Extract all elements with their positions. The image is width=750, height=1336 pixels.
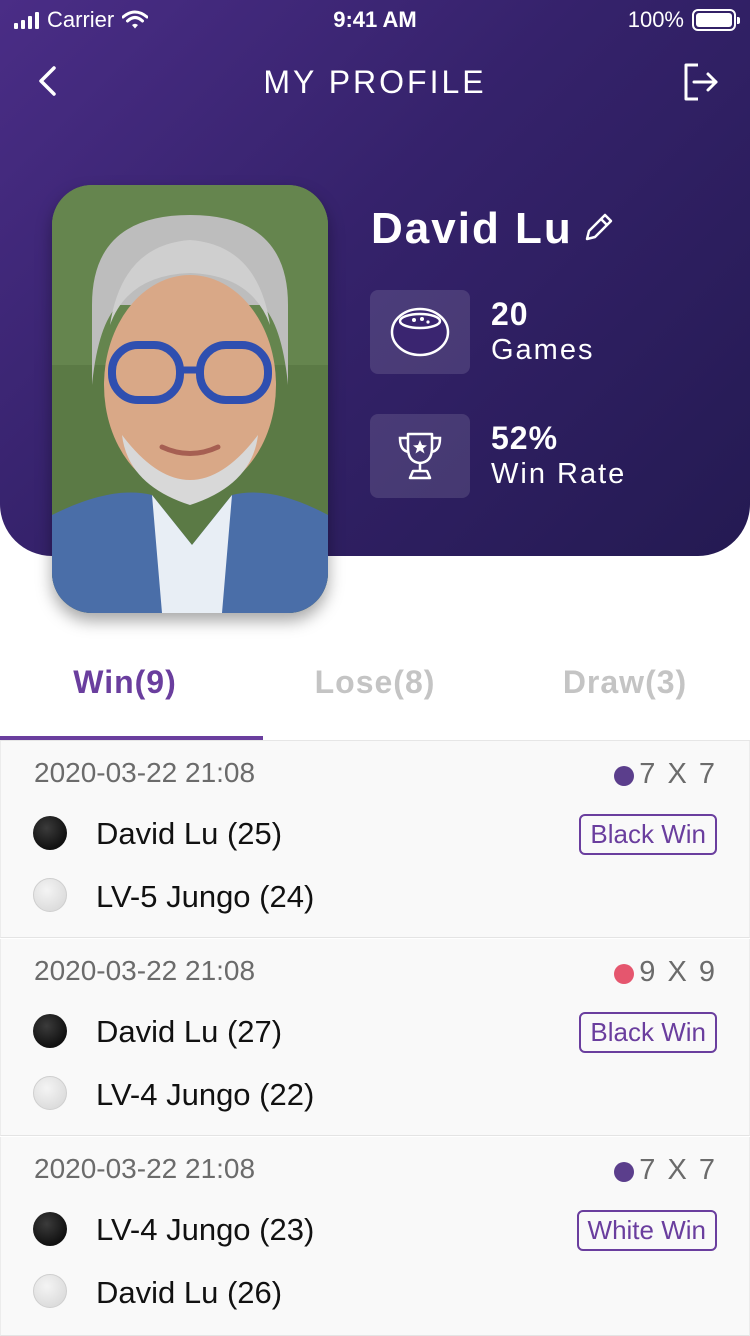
- logout-button[interactable]: [680, 60, 724, 104]
- white-player-name: LV-5 Jungo (24): [96, 879, 315, 914]
- game-date: 2020-03-22 21:08: [34, 757, 256, 788]
- black-stone-icon: [33, 1212, 67, 1246]
- edit-profile-button[interactable]: [582, 210, 616, 244]
- pencil-icon: [585, 213, 613, 241]
- tab-lose[interactable]: Lose(8): [250, 664, 500, 701]
- board-size-label: 9 X 9: [639, 956, 717, 988]
- white-stone-icon: [33, 878, 67, 912]
- game-record[interactable]: 2020-03-22 21:08 7 X 7 David Lu (25) Bla…: [0, 741, 750, 938]
- tab-win[interactable]: Win(9): [0, 664, 250, 701]
- battery-icon: [692, 9, 740, 31]
- black-player-name: LV-4 Jungo (23): [96, 1212, 315, 1247]
- white-player-name: LV-4 Jungo (22): [96, 1077, 315, 1112]
- game-date: 2020-03-22 21:08: [34, 1153, 256, 1184]
- board-size-label: 7 X 7: [639, 1154, 717, 1186]
- winrate-stat-icon-box: [370, 414, 470, 498]
- page-title: MY PROFILE: [263, 64, 487, 100]
- result-badge: Black Win: [579, 1012, 717, 1053]
- go-bowl-icon: [390, 307, 450, 357]
- black-player-name: David Lu (27): [96, 1014, 283, 1049]
- profile-name: David Lu: [371, 204, 573, 253]
- board-size-dot: [614, 964, 634, 984]
- game-record[interactable]: 2020-03-22 21:08 7 X 7 LV-4 Jungo (23) W…: [0, 1137, 750, 1336]
- winrate-label: Win Rate: [491, 458, 627, 490]
- black-stone-icon: [33, 816, 67, 850]
- white-stone-icon: [33, 1274, 67, 1308]
- games-label: Games: [491, 334, 595, 366]
- games-count: 20: [491, 296, 529, 332]
- avatar-photo: [52, 185, 328, 613]
- tab-draw[interactable]: Draw(3): [500, 664, 750, 701]
- winrate-value: 52%: [491, 420, 559, 456]
- status-bar: Carrier 9:41 AM 100%: [0, 0, 750, 40]
- result-badge: Black Win: [579, 814, 717, 855]
- result-tabs: Win(9) Lose(8) Draw(3): [0, 640, 750, 740]
- board-size-dot: [614, 1162, 634, 1182]
- trophy-icon: [398, 432, 442, 480]
- game-date: 2020-03-22 21:08: [34, 955, 256, 986]
- board-size-label: 7 X 7: [639, 758, 717, 790]
- battery-group: 100%: [627, 7, 740, 33]
- game-record[interactable]: 2020-03-22 21:08 9 X 9 David Lu (27) Bla…: [0, 939, 750, 1136]
- battery-percent: 100%: [627, 7, 684, 32]
- white-player-name: David Lu (26): [96, 1275, 283, 1310]
- black-player-name: David Lu (25): [96, 816, 283, 851]
- white-stone-icon: [33, 1076, 67, 1110]
- games-stat-icon-box: [370, 290, 470, 374]
- logout-icon: [684, 63, 718, 101]
- result-badge: White Win: [576, 1210, 717, 1251]
- avatar: [52, 185, 328, 613]
- black-stone-icon: [33, 1014, 67, 1048]
- board-size-dot: [614, 766, 634, 786]
